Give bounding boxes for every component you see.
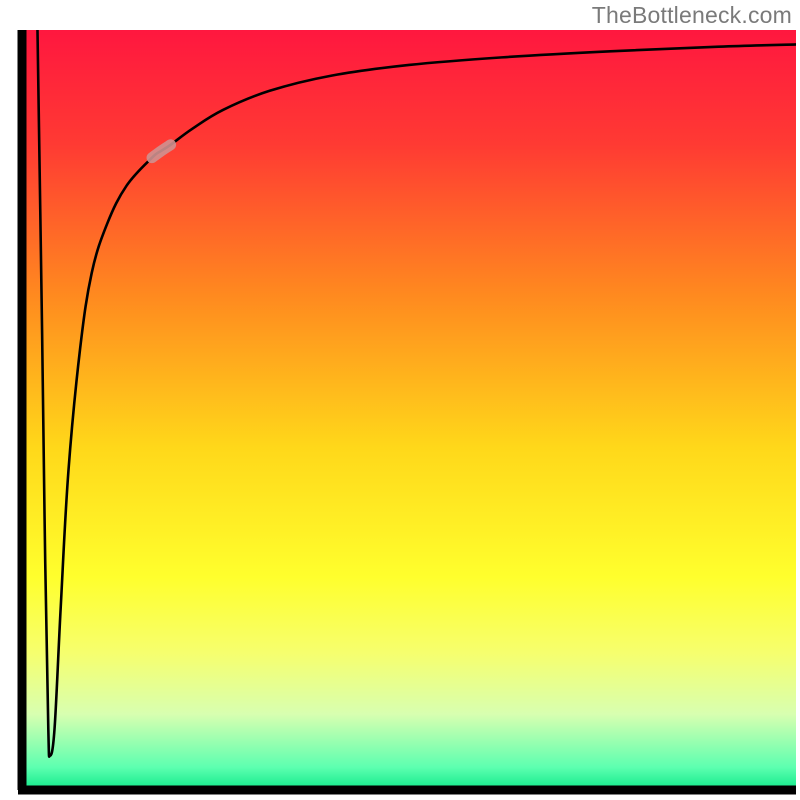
chart-container: TheBottleneck.com	[0, 0, 800, 800]
watermark-text: TheBottleneck.com	[592, 2, 792, 29]
chart-svg	[0, 0, 800, 800]
chart-background-gradient	[22, 30, 796, 790]
